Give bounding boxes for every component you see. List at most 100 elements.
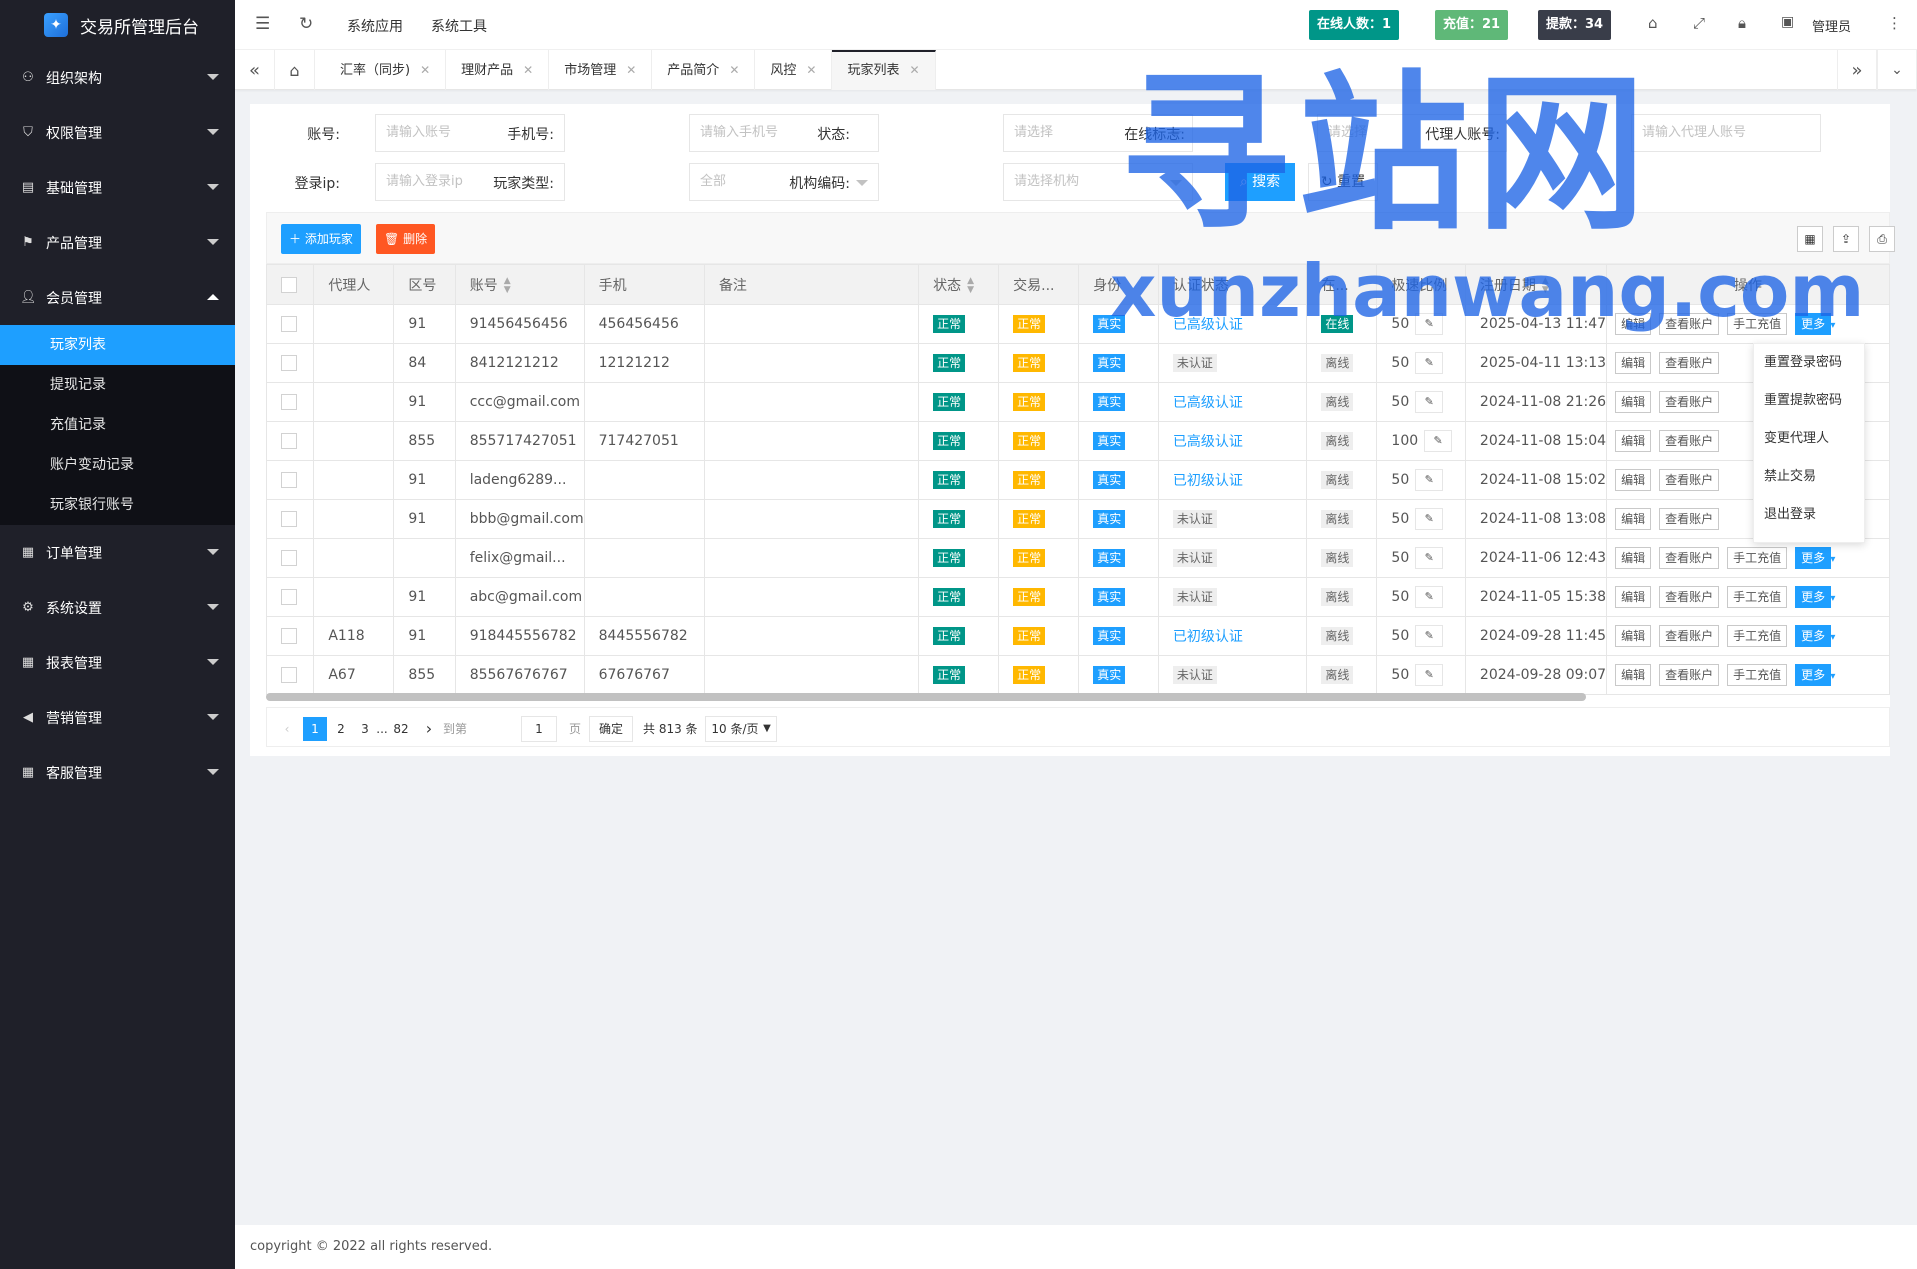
table-row[interactable]: 91 bbb@gmail.com 正常 正常 真实 未认证 离线 50 ✎ 2024-11-08 …	[265, 499, 1890, 539]
column-header[interactable]: 状态 ▲ ▼	[918, 264, 1000, 305]
edit-button[interactable]: 编辑	[1615, 430, 1652, 452]
delete-button[interactable]: 🗑︎ 删除	[376, 224, 436, 254]
auth-status-link[interactable]: 已高级认证	[1173, 395, 1243, 411]
sidebar-group-1[interactable]: ⛉ 权限管理	[0, 105, 235, 160]
auth-status-link[interactable]: 已高级认证	[1173, 434, 1243, 450]
close-icon[interactable]: ✕	[729, 63, 739, 77]
more-button[interactable]: 更多	[1795, 664, 1832, 686]
row-checkbox[interactable]	[281, 394, 297, 410]
auth-status-link[interactable]: 已高级认证	[1173, 317, 1243, 333]
edit-button[interactable]: 编辑	[1615, 547, 1652, 569]
sidebar-group-8[interactable]: ◀ 营销管理	[0, 690, 235, 745]
view-account-button[interactable]: 查看账户	[1659, 547, 1720, 569]
tab-2[interactable]: 市场管理 ✕	[549, 50, 653, 90]
close-icon[interactable]: ✕	[420, 63, 430, 77]
page-last[interactable]: 82	[389, 717, 413, 741]
close-icon[interactable]: ✕	[523, 63, 533, 77]
sidebar-group-9[interactable]: ▦ 客服管理	[0, 745, 235, 800]
tabs-scroll-right-icon[interactable]: »	[1837, 50, 1877, 90]
manual-recharge-button[interactable]: 手工充值	[1727, 586, 1788, 608]
row-checkbox[interactable]	[281, 355, 297, 371]
view-account-button[interactable]: 查看账户	[1659, 625, 1720, 647]
row-checkbox[interactable]	[281, 511, 297, 527]
close-icon[interactable]: ✕	[909, 63, 919, 77]
sidebar-subitem-1[interactable]: 提现记录	[0, 365, 235, 405]
tabs-dropdown-icon[interactable]: ⌄	[1877, 50, 1917, 90]
row-checkbox[interactable]	[281, 550, 297, 566]
view-account-button[interactable]: 查看账户	[1659, 508, 1720, 530]
auth-status-link[interactable]: 已初级认证	[1173, 473, 1243, 489]
app-logo[interactable]: ✦ 交易所管理后台	[0, 0, 235, 50]
lock-icon[interactable]: 🔒︎	[1738, 14, 1746, 32]
tab-1[interactable]: 理财产品 ✕	[446, 50, 550, 90]
table-row[interactable]: A67 855 85567676767 67676767 正常 正常 真实 未认证 离线 50 ✎ 2…	[265, 655, 1890, 695]
tab-0[interactable]: 汇率（同步) ✕	[325, 50, 447, 90]
export-icon[interactable]: ⇪	[1833, 226, 1859, 252]
tab-4[interactable]: 风控 ✕	[755, 50, 833, 90]
edit-pencil-icon[interactable]: ✎	[1415, 586, 1444, 608]
row-checkbox[interactable]	[281, 472, 297, 488]
columns-filter-icon[interactable]: ▦	[1797, 226, 1823, 252]
view-account-button[interactable]: 查看账户	[1659, 313, 1720, 335]
table-row[interactable]: 855 855717427051 717427051 正常 正常 真实 已高级认证 离线 100…	[265, 421, 1890, 461]
column-header[interactable]: 注册日期 ▲ ▼	[1464, 264, 1608, 305]
agent-account-input[interactable]: 请输入代理人账号	[1631, 114, 1821, 152]
table-row[interactable]: A118 91 918445556782 8445556782 正常 正常 真实 已初级认证 离…	[265, 616, 1890, 656]
edit-button[interactable]: 编辑	[1615, 625, 1652, 647]
sidebar-subitem-3[interactable]: 账户变动记录	[0, 445, 235, 485]
edit-pencil-icon[interactable]: ✎	[1424, 430, 1453, 452]
tag-icon[interactable]: ⌂	[1648, 14, 1658, 32]
admin-user-menu[interactable]: 管理员	[1812, 16, 1851, 35]
page-2[interactable]: 2	[329, 717, 353, 741]
avatar[interactable]: ▣	[1781, 14, 1794, 30]
row-checkbox[interactable]	[281, 589, 297, 605]
next-page-icon[interactable]: ›	[417, 717, 441, 741]
more-vertical-icon[interactable]: ⋮	[1887, 14, 1902, 32]
sidebar-group-2[interactable]: ▤ 基础管理	[0, 160, 235, 215]
view-account-button[interactable]: 查看账户	[1659, 352, 1720, 374]
dropdown-item-3[interactable]: 禁止交易	[1754, 458, 1864, 496]
close-icon[interactable]: ✕	[806, 63, 816, 77]
tab-5[interactable]: 玩家列表 ✕	[832, 50, 936, 90]
page-number-input[interactable]: 1	[521, 716, 557, 742]
edit-pencil-icon[interactable]: ✎	[1415, 664, 1444, 686]
menu-toggle-icon[interactable]: ☰	[255, 14, 270, 34]
manual-recharge-button[interactable]: 手工充值	[1727, 547, 1788, 569]
view-account-button[interactable]: 查看账户	[1659, 391, 1720, 413]
table-row[interactable]: 91 ladeng6289... 正常 正常 真实 已初级认证 离线 50 ✎ 2024-11-0…	[265, 460, 1890, 500]
row-checkbox[interactable]	[281, 628, 297, 644]
dropdown-item-1[interactable]: 重置提款密码	[1754, 382, 1864, 420]
edit-button[interactable]: 编辑	[1615, 586, 1652, 608]
table-row[interactable]: 91 abc@gmail.com 正常 正常 真实 未认证 离线 50 ✎ 2024-11-05 …	[265, 577, 1890, 617]
sidebar-subitem-4[interactable]: 玩家银行账号	[0, 485, 235, 525]
edit-pencil-icon[interactable]: ✎	[1415, 352, 1444, 374]
column-header[interactable]: 账号 ▲ ▼	[454, 264, 585, 305]
print-icon[interactable]: ⎙	[1869, 226, 1895, 252]
more-button[interactable]: 更多	[1795, 313, 1832, 335]
sidebar-subitem-0[interactable]: 玩家列表	[0, 325, 235, 365]
sort-icon[interactable]: ▲ ▼	[967, 276, 974, 295]
top-link-system-tools[interactable]: 系统工具	[431, 16, 487, 36]
edit-button[interactable]: 编辑	[1615, 391, 1652, 413]
sidebar-group-7[interactable]: ▦ 报表管理	[0, 635, 235, 690]
manual-recharge-button[interactable]: 手工充值	[1727, 664, 1788, 686]
home-tab-icon[interactable]: ⌂	[275, 50, 315, 90]
dropdown-item-0[interactable]: 重置登录密码	[1754, 344, 1864, 382]
view-account-button[interactable]: 查看账户	[1659, 469, 1720, 491]
horizontal-scrollbar[interactable]	[266, 693, 1586, 701]
row-checkbox[interactable]	[281, 667, 297, 683]
more-button[interactable]: 更多	[1795, 547, 1832, 569]
table-row[interactable]: 91 ccc@gmail.com 正常 正常 真实 已高级认证 离线 50 ✎ 2024-11-0…	[265, 382, 1890, 422]
search-button[interactable]: ⌕ 搜索	[1225, 163, 1295, 201]
manual-recharge-button[interactable]: 手工充值	[1727, 313, 1788, 335]
dropdown-item-2[interactable]: 变更代理人	[1754, 420, 1864, 458]
edit-pencil-icon[interactable]: ✎	[1415, 547, 1444, 569]
tab-3[interactable]: 产品简介 ✕	[652, 50, 756, 90]
tabs-scroll-left-icon[interactable]: «	[235, 50, 275, 90]
more-button[interactable]: 更多	[1795, 625, 1832, 647]
table-row[interactable]: felix@gmail... 正常 正常 真实 未认证 离线 50 ✎ 2024-11-06 1…	[265, 538, 1890, 578]
edit-button[interactable]: 编辑	[1615, 508, 1652, 530]
more-button[interactable]: 更多	[1795, 586, 1832, 608]
view-account-button[interactable]: 查看账户	[1659, 586, 1720, 608]
sidebar-group-0[interactable]: ⚇ 组织架构	[0, 50, 235, 105]
